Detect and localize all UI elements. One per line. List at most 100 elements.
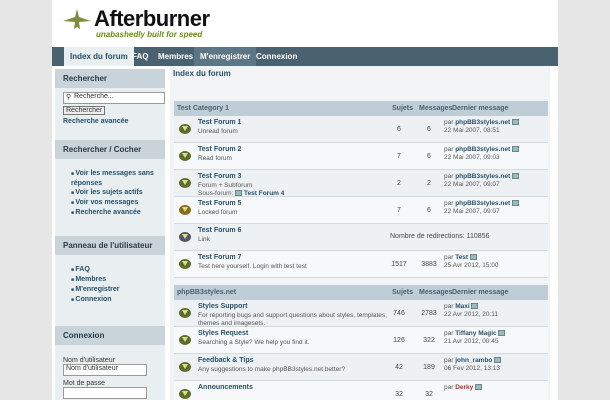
forum-title[interactable]: Test Forum 3 <box>198 173 241 180</box>
search-button[interactable]: Rechercher <box>63 106 106 115</box>
register-link[interactable]: M'enregistrer <box>71 285 157 295</box>
post-count: 2783 <box>421 310 437 317</box>
password-field[interactable] <box>63 387 147 399</box>
nav-faq[interactable]: FAQ <box>126 47 154 66</box>
header: Afterburner unabashedly built for speed <box>52 0 558 47</box>
last-post: par Derky <box>444 384 548 392</box>
col-topics: Sujets <box>392 289 414 296</box>
read-forum-icon <box>179 259 191 269</box>
forum-row: Test Forum 6 Link Nombre de redirections… <box>174 224 548 251</box>
last-post-date: 21 Avr 2012, 00:45 <box>444 338 499 345</box>
advanced-search-link[interactable]: Recherche avancée <box>63 118 157 125</box>
forum-title[interactable]: Feedback & Tips <box>198 357 254 364</box>
forum-title[interactable]: Announcements <box>198 384 253 391</box>
forum-title[interactable]: Styles Support <box>198 303 247 310</box>
topic-count: 6 <box>397 126 401 133</box>
last-post-date: 22 Mai 2007, 08:51 <box>444 127 500 134</box>
search-input[interactable]: ⚲ Recherche... <box>63 92 165 104</box>
view-post-icon[interactable] <box>511 173 519 180</box>
search-title: Rechercher <box>63 74 108 83</box>
last-poster[interactable]: Derky <box>455 384 473 391</box>
view-post-icon[interactable] <box>511 119 519 126</box>
sidebar: Rechercher ⚲ Recherche... Rechercher Rec… <box>55 66 165 400</box>
topic-count: 1517 <box>391 261 407 268</box>
view-post-icon[interactable] <box>475 384 483 391</box>
username-field[interactable]: Nom d'utilisateur <box>63 364 147 376</box>
last-poster[interactable]: Maxi <box>455 303 469 310</box>
forum-desc: Forum + Subforum Sous-forum: Test Forum 4 <box>198 182 285 197</box>
topic-count: 32 <box>395 391 403 398</box>
last-poster[interactable]: phpBB3styles.net <box>455 146 510 153</box>
search-icon: ⚲ <box>66 94 72 101</box>
topic-count: 7 <box>397 207 401 214</box>
redirect-count: Nombre de redirections: 110856 <box>390 233 490 240</box>
members-link[interactable]: Membres <box>71 275 157 285</box>
search-check-block: Rechercher / Cocher Voir les messages sa… <box>55 140 165 245</box>
forum-title[interactable]: Test Forum 6 <box>198 227 241 234</box>
view-post-icon[interactable] <box>511 200 519 207</box>
login-title: Connexion <box>63 331 105 340</box>
view-post-icon[interactable] <box>471 303 479 310</box>
read-forum-icon <box>179 308 191 318</box>
username-label: Nom d'utilisateur <box>63 357 115 364</box>
forum-desc: Locked forum <box>198 209 238 216</box>
forum-row: Feedback & Tips Any suggestions to make … <box>174 354 548 381</box>
nav-register[interactable]: M'enregistrer <box>194 47 257 66</box>
forum-title[interactable]: Test Forum 5 <box>198 200 241 207</box>
category-title[interactable]: Test Category 1 <box>177 105 229 112</box>
post-count: 32 <box>425 391 433 398</box>
view-post-icon[interactable] <box>494 357 502 364</box>
forum-row: Test Forum 7 Test here yourself. Login w… <box>174 251 548 278</box>
search-placeholder: Recherche... <box>74 93 114 100</box>
last-post: par phpBB3styles.net 22 Mai 2007, 09:07 <box>444 173 548 189</box>
forum-row: Test Forum 2 Read forum 7 6 par phpBB3st… <box>174 143 548 170</box>
col-posts: Messages <box>419 289 453 296</box>
last-post-date: 25 Avr 2012, 15:00 <box>444 262 499 269</box>
read-forum-icon <box>179 178 191 188</box>
post-count: 6 <box>427 153 431 160</box>
view-post-icon[interactable] <box>511 146 519 153</box>
last-poster[interactable]: phpBB3styles.net <box>455 200 510 207</box>
active-topics-link[interactable]: Voir les sujets actifs <box>71 188 157 198</box>
forum-title[interactable]: Test Forum 2 <box>198 146 241 153</box>
forum-desc: Unread forum <box>198 128 238 135</box>
last-poster[interactable]: Test <box>455 254 468 261</box>
last-post-date: 22 Mai 2007, 09:03 <box>444 154 500 161</box>
post-count: 189 <box>423 364 435 371</box>
your-posts-link[interactable]: Voir vos messages <box>71 198 157 208</box>
category-1: Test Category 1 Sujets Messages Dernier … <box>174 101 548 278</box>
view-post-icon[interactable] <box>498 330 506 337</box>
read-forum-icon <box>179 151 191 161</box>
login-link[interactable]: Connexion <box>71 295 157 305</box>
page: Afterburner unabashedly built for speed … <box>52 0 558 400</box>
forum-row: Styles Support For reporting bugs and su… <box>174 300 548 327</box>
unanswered-link[interactable]: Voir les messages sans réponses <box>71 169 157 188</box>
login-block: Connexion Nom d'utilisateur Nom d'utilis… <box>55 326 165 400</box>
last-poster[interactable]: Tiffany Magic <box>455 330 496 337</box>
forum-title[interactable]: Test Forum 1 <box>198 119 241 126</box>
category-title[interactable]: phpBB3styles.net <box>177 289 236 296</box>
topic-count: 2 <box>397 180 401 187</box>
nav-index[interactable]: Index du forum <box>64 47 134 66</box>
jet-logo-icon <box>63 9 91 29</box>
breadcrumb[interactable]: Index du forum <box>170 66 550 82</box>
topic-count: 126 <box>393 337 405 344</box>
site-title[interactable]: Afterburner <box>94 6 210 32</box>
advanced-search-link-2[interactable]: Recherche avancée <box>71 208 157 218</box>
last-post: par phpBB3styles.net 22 Mai 2007, 09:03 <box>444 146 548 162</box>
view-post-icon[interactable] <box>469 254 477 261</box>
last-poster[interactable]: john_rambo <box>455 357 492 364</box>
faq-link[interactable]: FAQ <box>71 265 157 275</box>
main-content: Index du forum Test Category 1 Sujets Me… <box>170 66 550 400</box>
last-poster[interactable]: phpBB3styles.net <box>455 173 510 180</box>
last-poster[interactable]: phpBB3styles.net <box>455 119 510 126</box>
forum-title[interactable]: Test Forum 7 <box>198 254 241 261</box>
read-forum-icon <box>179 335 191 345</box>
topic-count: 7 <box>397 153 401 160</box>
unread-forum-icon <box>179 124 191 134</box>
nav-login[interactable]: Connexion <box>250 47 303 66</box>
nav-members[interactable]: Membres <box>152 47 199 66</box>
subforum-link[interactable]: Test Forum 4 <box>244 190 284 197</box>
forum-title[interactable]: Styles Request <box>198 330 248 337</box>
forum-desc: Searching a Style? We help you find it. <box>198 339 310 346</box>
